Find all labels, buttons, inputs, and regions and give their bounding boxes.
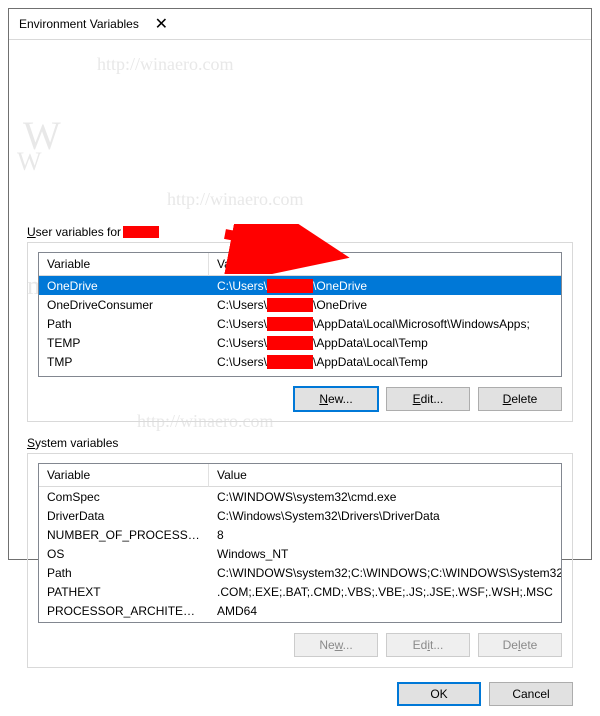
table-row[interactable]: TEMP C:\Users\\AppData\Local\Temp	[39, 333, 561, 352]
user-variables-table[interactable]: Variable Value OneDrive C:\Users\\OneDri…	[38, 252, 562, 377]
system-new-button: New...	[294, 633, 378, 657]
table-row[interactable]: PathC:\WINDOWS\system32;C:\WINDOWS;C:\WI…	[39, 563, 561, 582]
dialog-title: Environment Variables	[19, 17, 139, 31]
watermark-text: http://winaero.com	[167, 189, 600, 210]
system-delete-button: Delete	[478, 633, 562, 657]
redacted-username	[267, 336, 313, 350]
watermark-text: W	[17, 147, 563, 177]
redacted-username	[267, 298, 313, 312]
table-row[interactable]: PATHEXT.COM;.EXE;.BAT;.CMD;.VBS;.VBE;.JS…	[39, 582, 561, 601]
user-variables-label: UUser variables for ser variables for	[27, 225, 573, 239]
table-header: Variable Value	[39, 253, 561, 276]
environment-variables-dialog: Environment Variables ✕ http://winaero.c…	[8, 8, 592, 560]
column-variable[interactable]: Variable	[39, 464, 209, 487]
system-edit-button: Edit...	[386, 633, 470, 657]
redacted-username	[267, 355, 313, 369]
redacted-username	[267, 279, 313, 293]
ok-button[interactable]: OK	[397, 682, 481, 706]
redacted-username	[267, 317, 313, 331]
table-row[interactable]: TMP C:\Users\\AppData\Local\Temp	[39, 352, 561, 371]
system-variables-frame: Variable Value ComSpecC:\WINDOWS\system3…	[27, 453, 573, 668]
redacted-username	[123, 226, 159, 238]
table-row[interactable]: OSWindows_NT	[39, 544, 561, 563]
table-row[interactable]: PROCESSOR_ARCHITECTUREAMD64	[39, 601, 561, 620]
user-edit-button[interactable]: Edit...	[386, 387, 470, 411]
user-delete-button[interactable]: Delete	[478, 387, 562, 411]
close-icon: ✕	[155, 14, 168, 34]
title-bar: Environment Variables ✕	[9, 9, 591, 40]
column-value[interactable]: Value	[209, 253, 561, 276]
watermark-text: W	[23, 112, 569, 159]
column-value[interactable]: Value	[209, 464, 561, 487]
table-row[interactable]: NUMBER_OF_PROCESSORS8	[39, 525, 561, 544]
table-row[interactable]: ComSpecC:\WINDOWS\system32\cmd.exe	[39, 487, 561, 506]
cancel-button[interactable]: Cancel	[489, 682, 573, 706]
column-variable[interactable]: Variable	[39, 253, 209, 276]
user-new-button[interactable]: New...	[294, 387, 378, 411]
table-header: Variable Value	[39, 464, 561, 487]
table-row[interactable]: OneDrive C:\Users\\OneDrive	[39, 276, 561, 295]
user-variables-frame: Variable Value OneDrive C:\Users\\OneDri…	[27, 242, 573, 422]
system-variables-table[interactable]: Variable Value ComSpecC:\WINDOWS\system3…	[38, 463, 562, 623]
table-row[interactable]: DriverDataC:\Windows\System32\Drivers\Dr…	[39, 506, 561, 525]
system-variables-label: System variables	[27, 436, 573, 450]
table-row[interactable]: OneDriveConsumer C:\Users\\OneDrive	[39, 295, 561, 314]
watermark-text: http://winaero.com	[97, 54, 600, 75]
close-button[interactable]: ✕	[139, 9, 184, 39]
table-row[interactable]: Path C:\Users\\AppData\Local\Microsoft\W…	[39, 314, 561, 333]
